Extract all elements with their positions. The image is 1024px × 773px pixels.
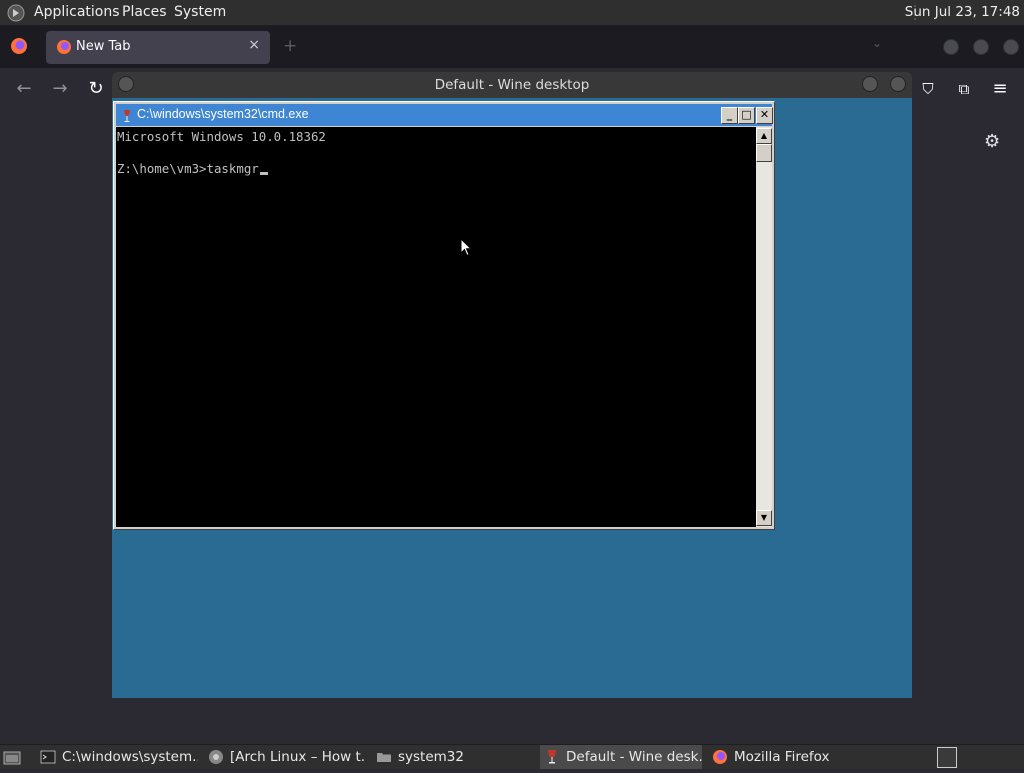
- tab-new-tab[interactable]: New Tab ×: [46, 31, 270, 64]
- console-line-3: Z:\home\vm3>taskmgr: [117, 161, 268, 177]
- mouse-pointer-icon: [460, 237, 473, 261]
- wine-maximize-button[interactable]: [890, 76, 906, 92]
- wine-desktop-titlebar[interactable]: Default - Wine desktop: [112, 72, 912, 98]
- menu-applications[interactable]: Applications: [34, 0, 120, 25]
- taskbar-item-label: Mozilla Firefox: [734, 749, 830, 765]
- firefox-favicon-icon: [56, 39, 72, 59]
- firefox-view-icon[interactable]: [10, 37, 28, 59]
- show-desktop-icon[interactable]: [3, 749, 21, 773]
- taskbar-item-wine-desktop[interactable]: Default - Wine desk...: [540, 745, 702, 769]
- bottom-taskbar: C:\windows\system... [Arch Linux – How t…: [0, 744, 1024, 769]
- console-line-1: Microsoft Windows 10.0.18362: [117, 129, 326, 144]
- gear-icon[interactable]: ⚙: [984, 131, 1000, 152]
- terminal-icon: [40, 749, 56, 769]
- cmd-maximize-button[interactable]: □: [738, 107, 755, 124]
- cmd-titlebar[interactable]: C:\windows\system32\cmd.exe _ □ ✕: [116, 104, 773, 127]
- reload-icon[interactable]: ↻: [86, 79, 106, 99]
- window-close-button[interactable]: [1003, 39, 1019, 55]
- taskbar-item-cmd[interactable]: C:\windows\system...: [36, 745, 198, 769]
- taskbar-item-system32[interactable]: system32: [372, 745, 534, 769]
- tab-list-chevron-icon[interactable]: ⌄: [872, 36, 882, 50]
- scroll-thumb[interactable]: [756, 144, 772, 162]
- new-tab-button[interactable]: +: [283, 36, 297, 56]
- workspace-switcher[interactable]: [937, 747, 957, 768]
- extensions-icon[interactable]: ⧉: [954, 79, 974, 99]
- cmd-scrollbar[interactable]: ▲ ▼: [756, 127, 772, 527]
- wine-desktop-title: Default - Wine desktop: [434, 77, 590, 93]
- cmd-close-button[interactable]: ✕: [756, 107, 773, 124]
- window-minimize-button[interactable]: [943, 39, 959, 55]
- firefox-icon: [712, 749, 728, 769]
- wine-glass-icon[interactable]: [121, 108, 133, 127]
- chrome-icon: [208, 749, 224, 769]
- taskbar-item-label: C:\windows\system...: [62, 749, 198, 765]
- window-maximize-button[interactable]: [973, 39, 989, 55]
- cmd-title: C:\windows\system32\cmd.exe: [137, 107, 309, 121]
- taskbar-item-firefox[interactable]: Mozilla Firefox: [708, 745, 870, 769]
- tab-close-icon[interactable]: ×: [248, 37, 260, 53]
- menu-system[interactable]: System: [174, 0, 226, 25]
- wine-minimize-button[interactable]: [862, 76, 878, 92]
- back-arrow-icon[interactable]: ←: [14, 79, 34, 99]
- wine-glass-icon: [544, 749, 560, 769]
- scroll-down-arrow-icon[interactable]: ▼: [756, 510, 772, 526]
- taskbar-item-label: Default - Wine desk...: [566, 749, 702, 765]
- clock[interactable]: Sun Jul 23, 17:48: [905, 0, 1020, 25]
- cmd-console[interactable]: Microsoft Windows 10.0.18362 Z:\home\vm3…: [116, 127, 756, 527]
- cmd-minimize-button[interactable]: _: [721, 107, 738, 124]
- cmd-window: C:\windows\system32\cmd.exe _ □ ✕ Micros…: [113, 101, 775, 530]
- taskbar-item-label: system32: [398, 749, 464, 765]
- hamburger-menu-icon[interactable]: ≡: [990, 79, 1010, 99]
- text-cursor: [259, 172, 268, 175]
- taskbar-item-label: [Arch Linux – How t...: [230, 749, 366, 765]
- pocket-icon[interactable]: ⛉: [918, 79, 938, 99]
- folder-icon: [376, 749, 392, 769]
- forward-arrow-icon[interactable]: →: [50, 79, 70, 99]
- console-prompt-text: Z:\home\vm3>taskmgr: [117, 161, 259, 176]
- tab-title: New Tab: [76, 39, 131, 54]
- menu-places[interactable]: Places: [122, 0, 167, 25]
- taskbar-item-chrome[interactable]: [Arch Linux – How t...: [204, 745, 366, 769]
- scroll-up-arrow-icon[interactable]: ▲: [756, 128, 772, 144]
- top-panel: Applications Places System Sun Jul 23, 1…: [0, 0, 1024, 26]
